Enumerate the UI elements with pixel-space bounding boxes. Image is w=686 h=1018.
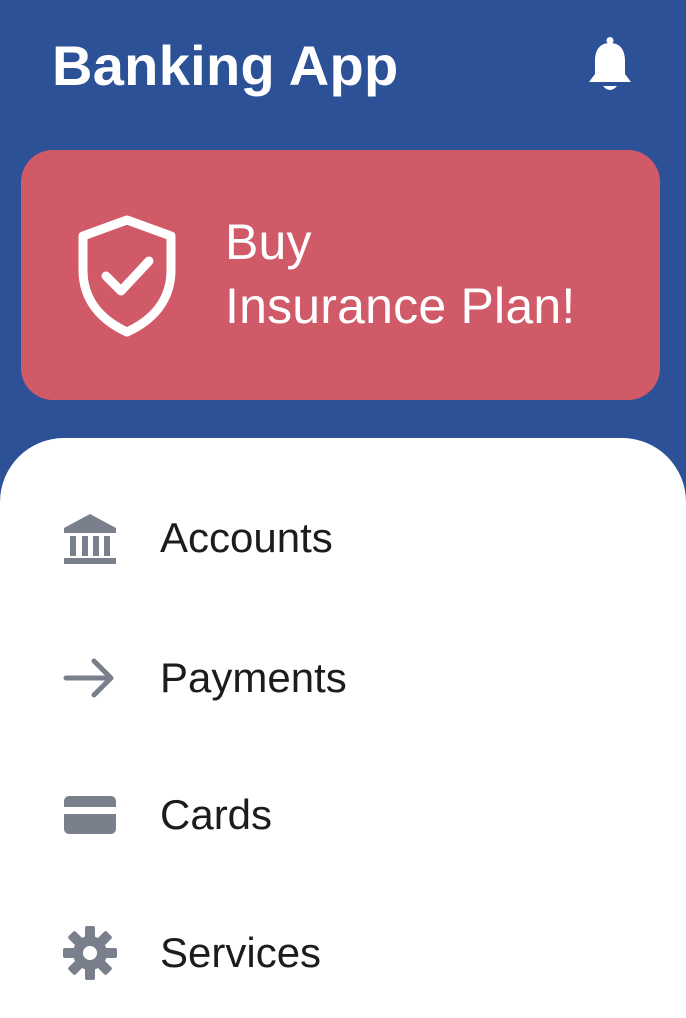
- menu-item-cards[interactable]: Cards: [0, 760, 686, 870]
- arrow-right-icon: [60, 648, 120, 708]
- menu-label-payments: Payments: [160, 654, 347, 701]
- bell-icon[interactable]: [586, 36, 634, 96]
- menu-item-accounts[interactable]: Accounts: [0, 483, 686, 593]
- menu-panel: Accounts Payments Cards Services: [0, 438, 686, 1018]
- menu-label-cards: Cards: [160, 791, 273, 838]
- promo-line-1: Buy: [225, 214, 312, 270]
- menu-item-services[interactable]: Services: [0, 898, 686, 1008]
- menu-item-payments[interactable]: Payments: [0, 623, 686, 733]
- gear-icon: [60, 923, 120, 983]
- card-icon: [60, 785, 120, 845]
- bank-icon: [60, 508, 120, 568]
- app-title: Banking App: [52, 34, 399, 97]
- promo-line-2: Insurance Plan!: [225, 278, 576, 334]
- shield-check-icon: [73, 214, 181, 338]
- menu-label-accounts: Accounts: [160, 514, 333, 561]
- app-header: Banking App: [0, 0, 686, 140]
- promo-text: Buy Insurance Plan!: [225, 210, 575, 338]
- menu-label-services: Services: [160, 929, 322, 976]
- insurance-promo-banner[interactable]: Buy Insurance Plan!: [21, 150, 660, 400]
